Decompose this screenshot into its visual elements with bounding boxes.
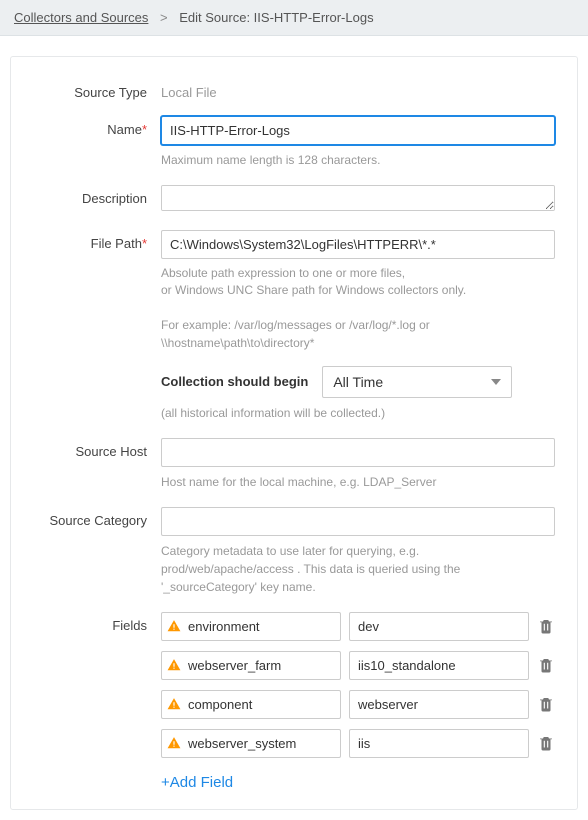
field-value-input[interactable] — [349, 729, 529, 758]
source-category-label: Source Category — [33, 507, 161, 528]
source-category-input[interactable] — [161, 507, 555, 536]
field-value-input[interactable] — [349, 690, 529, 719]
field-key-input[interactable] — [161, 729, 341, 758]
file-path-label: File Path* — [33, 230, 161, 251]
field-key-input[interactable] — [161, 690, 341, 719]
field-value-input[interactable] — [349, 612, 529, 641]
collection-begin-label: Collection should begin — [161, 374, 308, 389]
name-hint: Maximum name length is 128 characters. — [161, 151, 555, 169]
file-path-input[interactable] — [161, 230, 555, 259]
source-host-label: Source Host — [33, 438, 161, 459]
breadcrumb-separator: > — [160, 10, 168, 25]
name-input[interactable] — [161, 116, 555, 145]
breadcrumb-root-link[interactable]: Collectors and Sources — [14, 10, 148, 25]
field-row — [161, 729, 555, 758]
field-row — [161, 612, 555, 641]
trash-icon[interactable] — [537, 734, 555, 752]
field-key-input[interactable] — [161, 651, 341, 680]
edit-source-panel: Source Type Local File Name* Maximum nam… — [10, 56, 578, 810]
trash-icon[interactable] — [537, 695, 555, 713]
source-host-hint: Host name for the local machine, e.g. LD… — [161, 473, 555, 491]
description-label: Description — [33, 185, 161, 206]
source-host-input[interactable] — [161, 438, 555, 467]
source-type-value: Local File — [161, 79, 555, 100]
collection-begin-select[interactable]: All Time — [322, 366, 512, 398]
warning-icon — [167, 658, 181, 672]
field-value-input[interactable] — [349, 651, 529, 680]
add-field-button[interactable]: +Add Field — [161, 774, 233, 791]
field-row — [161, 690, 555, 719]
description-input[interactable] — [161, 185, 555, 211]
name-label: Name* — [33, 116, 161, 137]
file-path-hint: Absolute path expression to one or more … — [161, 265, 555, 352]
source-category-hint: Category metadata to use later for query… — [161, 542, 555, 596]
warning-icon — [167, 619, 181, 633]
field-key-input[interactable] — [161, 612, 341, 641]
warning-icon — [167, 736, 181, 750]
collection-begin-hint: (all historical information will be coll… — [161, 404, 555, 422]
chevron-down-icon — [491, 379, 501, 385]
trash-icon[interactable] — [537, 617, 555, 635]
breadcrumb-current: Edit Source: IIS-HTTP-Error-Logs — [179, 10, 373, 25]
breadcrumb: Collectors and Sources > Edit Source: II… — [0, 0, 588, 36]
warning-icon — [167, 697, 181, 711]
source-type-label: Source Type — [33, 79, 161, 100]
field-row — [161, 651, 555, 680]
trash-icon[interactable] — [537, 656, 555, 674]
fields-label: Fields — [33, 612, 161, 633]
